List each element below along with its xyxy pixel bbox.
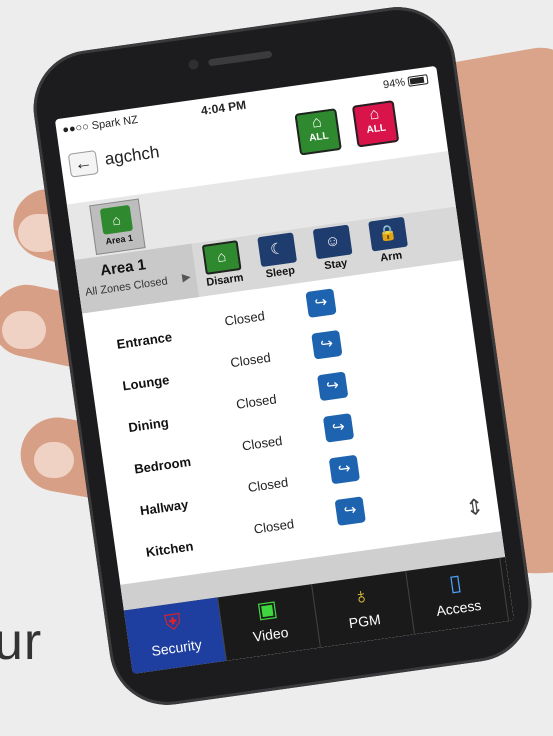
arm-button[interactable]: 🔒 Arm [360,213,419,274]
zone-status: Closed [246,474,290,496]
phone: ●●○○ Spark NZ 4:04 PM 94% ← agchch ⌂ ALL [26,0,539,713]
tab-security[interactable]: ⛨ Security [123,597,227,674]
back-arrow-icon: ← [72,151,94,175]
zone-status: Closed [241,432,284,454]
area-tile-label: Area 1 [104,232,134,247]
battery-status: 94% [382,73,429,92]
fingernail [2,311,46,349]
zone-name: Lounge [121,372,171,394]
zone-name: Kitchen [144,538,195,560]
tab-access[interactable]: ▯ Access [406,557,510,635]
fingernail [34,442,74,478]
bypass-button[interactable]: ↪ [334,496,366,526]
zone-status: Closed [229,349,272,371]
bypass-button[interactable]: ↪ [317,371,349,402]
area-tile[interactable]: ⌂ Area 1 [89,198,146,255]
zone-list: Entrance Closed ↪ Lounge Closed ↪ Dining… [84,270,501,577]
zone-name: Bedroom [133,453,192,477]
zone-status: Closed [252,516,295,537]
zone-name: Dining [127,414,170,436]
bypass-arrow-icon: ↪ [331,418,346,437]
bypass-button[interactable]: ↪ [322,413,355,443]
bed-icon: ☾ [257,232,298,268]
zone-status: Closed [223,308,266,329]
back-button[interactable]: ← [67,150,99,178]
disarm-all-button[interactable]: ⌂ ALL [294,108,342,156]
zone-name: Entrance [115,329,173,352]
area-status: All Zones Closed [84,275,169,299]
bypass-button[interactable]: ↪ [328,454,361,485]
bypass-button[interactable]: ↪ [311,329,343,360]
clock: 4:04 PM [200,97,247,118]
arm-all-button[interactable]: ⌂ ALL [351,100,400,148]
bypass-arrow-icon: ↪ [342,501,358,520]
bypass-button[interactable]: ↪ [305,288,337,318]
bypass-arrow-icon: ↪ [325,376,341,396]
account-title: agchch [103,142,161,169]
house-unlock-icon: ⌂ [201,240,242,275]
sleep-button[interactable]: ☾ Sleep [249,228,308,289]
house-unlock-icon: ⌂ [99,204,134,235]
play-arrow-icon: ▶ [181,271,192,285]
bypass-arrow-icon: ↪ [313,293,329,312]
disarm-button[interactable]: ⌂ Disarm [193,236,252,297]
battery-icon [407,74,429,87]
photo-stage: ur ●●○○ Spark NZ 4:04 PM 94% ← agchch ⌂ … [0,0,553,736]
resize-handle-icon[interactable]: ⇕ [464,494,486,522]
bypass-arrow-icon: ↪ [336,459,352,479]
area-name: Area 1 [99,256,148,280]
background-text: ur [0,613,43,671]
stay-button[interactable]: ☺ Stay [304,220,363,281]
bypass-arrow-icon: ↪ [319,334,335,354]
person-icon: ☺ [312,224,353,260]
battery-percent: 94% [382,76,406,92]
tab-video[interactable]: ▣ Video [217,584,321,661]
padlock-icon: 🔒 [368,216,408,252]
app-screen: ●●○○ Spark NZ 4:04 PM 94% ← agchch ⌂ ALL [54,65,515,674]
zone-status: Closed [235,391,278,412]
tab-pgm[interactable]: ♁ PGM [312,570,416,648]
zone-name: Hallway [139,496,190,519]
